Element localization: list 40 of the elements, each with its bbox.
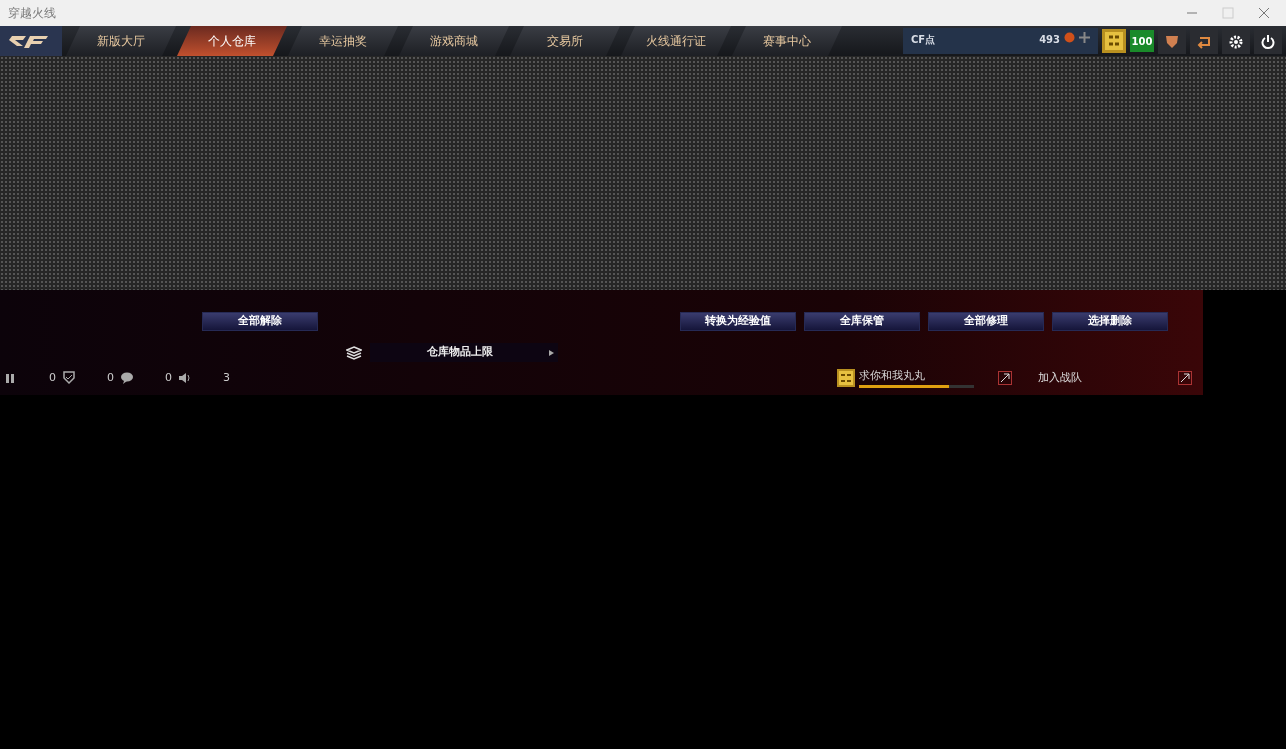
caret-icon [549, 349, 554, 356]
shield-icon[interactable] [1158, 28, 1186, 54]
currency-value: 493 [1039, 33, 1060, 47]
level-badge: 100 [1130, 30, 1154, 52]
counter-value: 0 [164, 369, 172, 386]
layers-icon [346, 345, 362, 360]
power-icon[interactable] [1254, 28, 1282, 54]
counter-value: 3 [222, 369, 230, 386]
window-title: 穿越火线 [8, 5, 56, 22]
settings-icon[interactable] [1222, 28, 1250, 54]
nav-tab[interactable]: 幸运抽奖 [288, 26, 398, 56]
currency-label: CF点 [911, 33, 936, 47]
logo-icon[interactable] [0, 26, 62, 56]
rank-icon [837, 368, 855, 387]
nav-tab[interactable]: 游戏商城 [399, 26, 509, 56]
link-arrow-icon[interactable] [998, 370, 1012, 385]
action-button[interactable]: 全部解除 [202, 312, 318, 331]
rank-icon [1102, 29, 1126, 53]
storage-limit-dropdown[interactable]: 仓库物品上限 [370, 343, 558, 362]
counter-value: 0 [106, 369, 114, 386]
nav-tab[interactable]: 交易所 [510, 26, 620, 56]
action-button[interactable]: 全库保管 [804, 312, 920, 331]
shield-icon [62, 370, 76, 385]
action-button[interactable]: 选择删除 [1052, 312, 1168, 331]
team-label[interactable]: 加入战队 [1038, 369, 1178, 386]
link-arrow-icon[interactable] [1178, 370, 1192, 385]
close-icon[interactable] [1258, 7, 1270, 19]
action-button[interactable]: 全部修理 [928, 312, 1044, 331]
plus-icon[interactable] [1079, 32, 1090, 43]
action-button[interactable]: 转换为经验值 [680, 312, 796, 331]
counter-value: 0 [48, 369, 56, 386]
speaker-icon [178, 370, 192, 385]
coin-icon [1064, 32, 1075, 43]
nav-tab[interactable]: 火线通行证 [621, 26, 731, 56]
nav-tab[interactable]: 赛事中心 [732, 26, 842, 56]
nav-tab[interactable]: 个人仓库 [177, 26, 287, 56]
chat-icon [120, 370, 134, 385]
return-icon[interactable] [1190, 28, 1218, 54]
player-name: 求你和我丸丸 [859, 368, 926, 384]
nav-tab[interactable]: 新版大厅 [66, 26, 176, 56]
